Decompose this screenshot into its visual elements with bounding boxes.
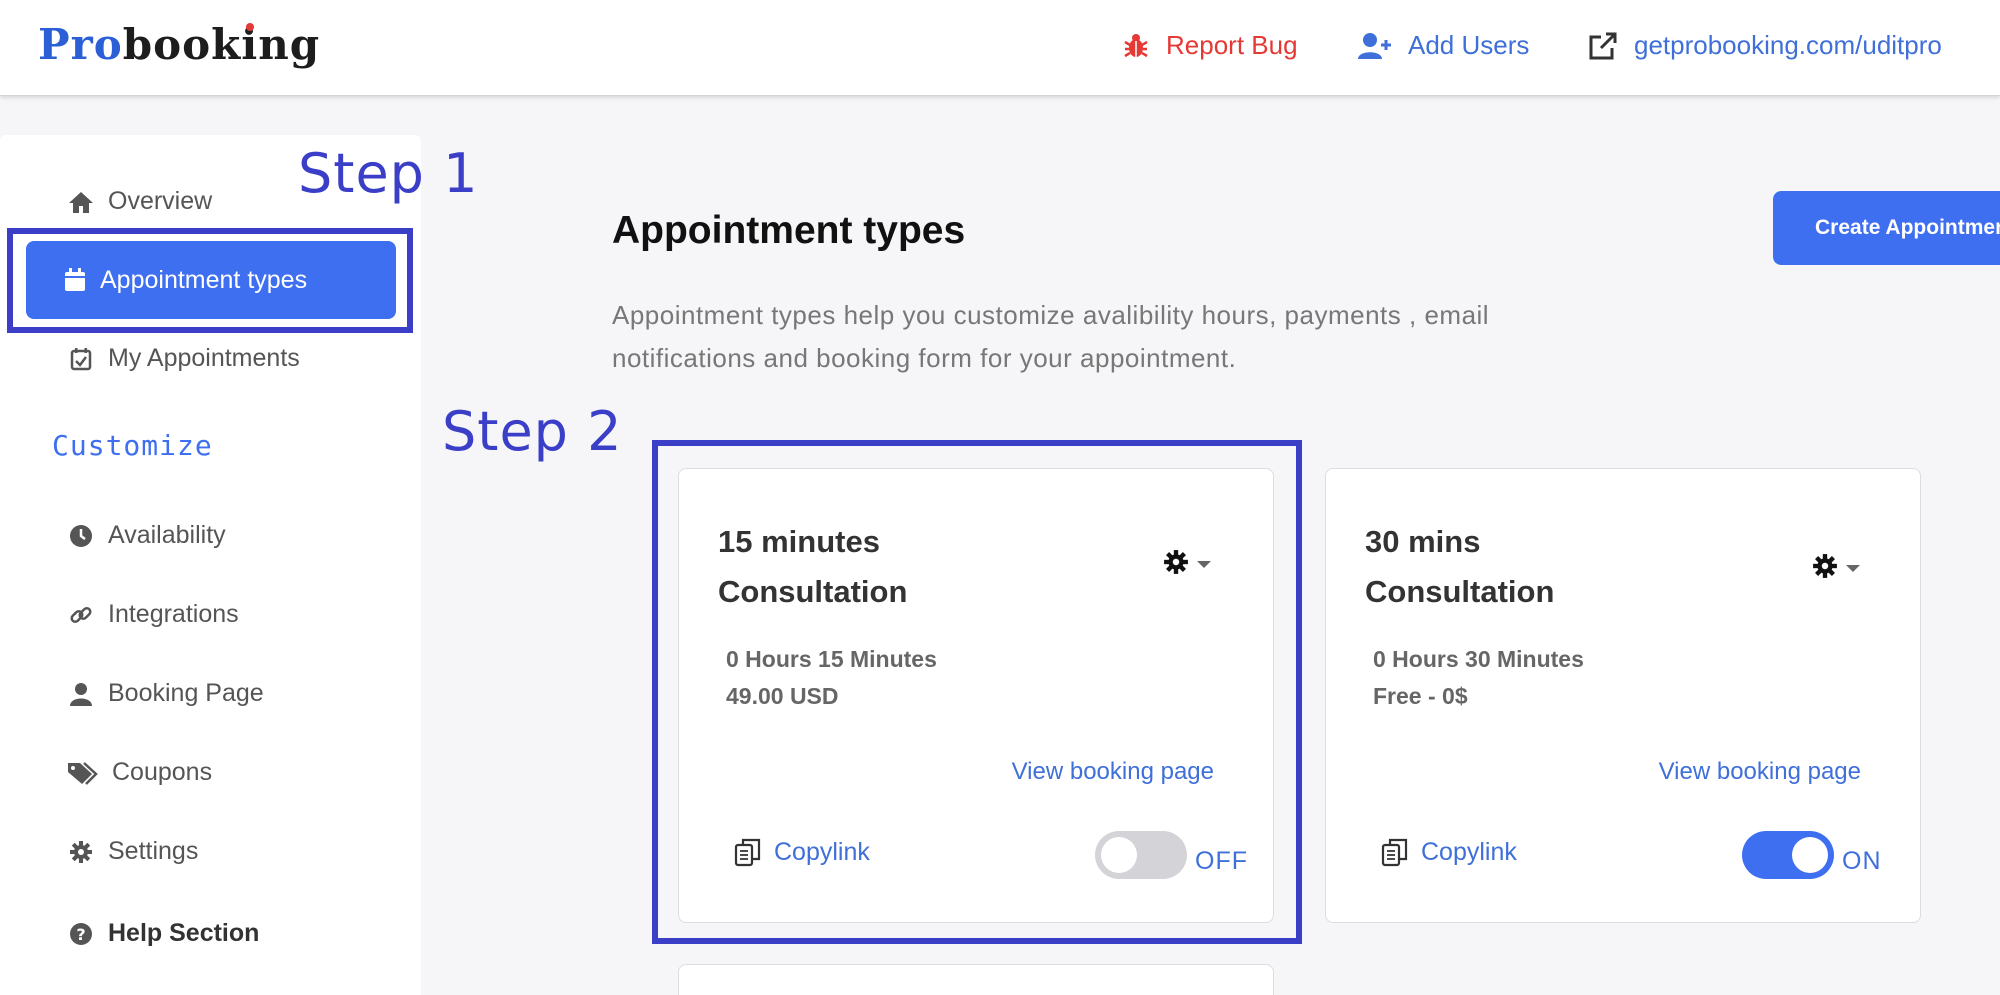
question-circle-icon: ? [66, 922, 96, 946]
bug-icon [1122, 32, 1150, 60]
sidebar-item-help[interactable]: ? Help Section [66, 919, 259, 948]
booking-url-link[interactable]: getprobooking.com/uditpro [1588, 30, 1942, 61]
sidebar-label: Integrations [108, 600, 239, 628]
external-link-icon [1588, 31, 1618, 61]
clock-icon [66, 524, 96, 548]
sidebar-label: Booking Page [108, 679, 264, 707]
step-2-annotation: Step 2 [442, 400, 623, 463]
home-icon [66, 190, 96, 214]
add-users-label: Add Users [1408, 30, 1530, 60]
calendar-check-icon [66, 347, 96, 371]
appointment-type-card: 30 mins Consultation 0 Hours 30 Minutes … [1325, 468, 1921, 923]
report-bug-label: Report Bug [1166, 30, 1298, 60]
copy-icon [1381, 837, 1409, 867]
sidebar-item-booking-page[interactable]: Booking Page [66, 679, 264, 708]
step-1-highlight-box [7, 228, 413, 333]
copylink-label: Copylink [1421, 837, 1517, 866]
card-price: Free - 0$ [1373, 683, 1468, 709]
customize-section-title: Customize [52, 429, 213, 462]
sidebar-label: Availability [108, 521, 226, 549]
logo-booking-text: booking [122, 20, 321, 69]
sidebar-item-my-appointments[interactable]: My Appointments [66, 344, 300, 373]
sidebar-item-settings[interactable]: Settings [66, 837, 198, 866]
card-duration: 0 Hours 30 Minutes [1373, 646, 1584, 672]
user-icon [66, 682, 96, 706]
card-title: 30 mins Consultation [1365, 524, 1555, 609]
sidebar-label: My Appointments [108, 344, 300, 372]
add-users-link[interactable]: Add Users [1358, 30, 1529, 61]
page-title: Appointment types [612, 209, 966, 252]
step-2-highlight-box [652, 440, 1302, 944]
appointment-type-card-partial [678, 964, 1274, 995]
toggle-state-label: ON [1842, 847, 1882, 875]
create-appointment-button-wrap: Create Appointment [1773, 191, 2000, 265]
sidebar-label: Coupons [112, 758, 213, 786]
sidebar-item-integrations[interactable]: Integrations [66, 600, 239, 629]
caret-down-icon [1846, 565, 1860, 572]
probooking-logo[interactable]: Probooking [38, 20, 320, 69]
sidebar-item-coupons[interactable]: Coupons [66, 758, 212, 787]
toggle-knob [1792, 837, 1828, 873]
logo-pro-text: Pro [38, 20, 123, 69]
sidebar-label: Overview [108, 187, 213, 215]
gear-icon [1812, 553, 1838, 584]
report-bug-link[interactable]: Report Bug [1122, 30, 1298, 61]
top-header: Probooking Report Bug Add Users getprobo… [0, 0, 2000, 96]
tags-icon [66, 761, 100, 785]
sidebar-label: Help Section [108, 919, 260, 947]
booking-url-label: getprobooking.com/uditpro [1634, 30, 1942, 60]
sidebar-item-overview[interactable]: Overview [66, 187, 212, 216]
page-description: Appointment types help you customize ava… [612, 300, 1490, 373]
copylink-button[interactable]: Copylink [1381, 837, 1517, 867]
step-1-annotation: Step 1 [298, 142, 479, 205]
sidebar-item-availability[interactable]: Availability [66, 521, 226, 550]
sidebar-label: Settings [108, 837, 199, 865]
create-appointment-button[interactable]: Create Appointment [1773, 191, 2000, 265]
link-icon [66, 603, 96, 627]
card-settings-dropdown[interactable] [1812, 553, 1860, 584]
card-details: 0 Hours 30 Minutes Free - 0$ [1373, 641, 1584, 715]
gear-icon [66, 840, 96, 864]
svg-text:?: ? [76, 925, 85, 944]
user-plus-icon [1358, 32, 1392, 60]
enable-toggle[interactable] [1742, 831, 1834, 879]
view-booking-page-link[interactable]: View booking page [1659, 758, 1861, 786]
